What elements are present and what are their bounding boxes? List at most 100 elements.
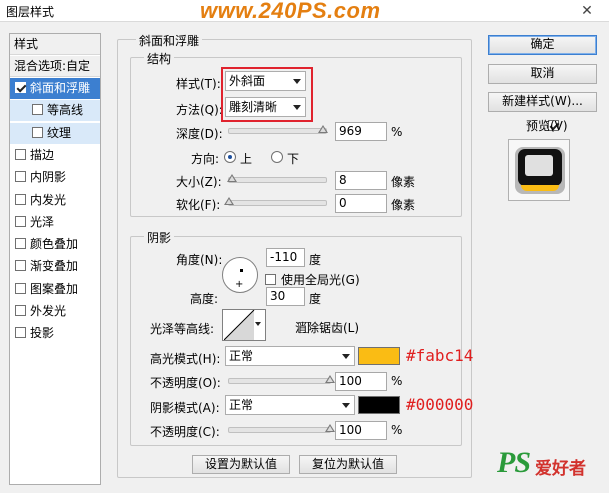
shadow-mode-label: 阴影模式(A): bbox=[150, 401, 220, 415]
style-item-4[interactable]: 内阴影 bbox=[10, 167, 100, 188]
chevron-down-icon bbox=[342, 354, 350, 359]
size-input[interactable]: 8 bbox=[335, 171, 387, 190]
style-item-checkbox[interactable] bbox=[32, 104, 43, 116]
highlight-color-swatch[interactable] bbox=[358, 347, 400, 365]
shadow-color-annotation: #000000 bbox=[406, 395, 474, 414]
style-item-checkbox[interactable] bbox=[15, 260, 26, 272]
gloss-contour-label: 光泽等高线: bbox=[150, 322, 215, 336]
technique-label: 方法(Q): bbox=[176, 103, 223, 117]
style-item-label: 图案叠加 bbox=[30, 281, 79, 296]
watermark: www.240PS.com bbox=[200, 0, 381, 23]
reset-default-button[interactable]: 复位为默认值 bbox=[299, 455, 397, 474]
soften-input[interactable]: 0 bbox=[335, 194, 387, 213]
structure-title: 结构 bbox=[144, 50, 175, 67]
highlight-opacity-slider[interactable] bbox=[228, 375, 335, 384]
direction-up-radio[interactable] bbox=[224, 151, 236, 163]
chevron-down-icon bbox=[255, 322, 261, 326]
shadow-color-swatch[interactable] bbox=[358, 396, 400, 414]
angle-dial-indicator bbox=[240, 269, 243, 272]
style-item-checkbox[interactable] bbox=[15, 305, 26, 316]
style-item-label: 投影 bbox=[30, 326, 55, 341]
shadow-opacity-slider[interactable] bbox=[228, 424, 335, 433]
logo-cn: 爱好者 bbox=[535, 459, 586, 479]
style-preview bbox=[508, 139, 570, 201]
shading-title: 阴影 bbox=[144, 229, 175, 246]
direction-label: 方向: bbox=[191, 152, 220, 166]
style-item-checkbox[interactable] bbox=[15, 238, 26, 250]
size-unit: 像素 bbox=[391, 175, 416, 189]
angle-input[interactable]: -110 bbox=[266, 248, 305, 267]
soften-slider-thumb[interactable] bbox=[224, 197, 234, 205]
style-item-0[interactable]: 斜面和浮雕 bbox=[10, 78, 100, 99]
style-item-1[interactable]: 等高线 bbox=[10, 100, 100, 122]
direction-up-label: 上 bbox=[240, 152, 253, 166]
highlight-opacity-input[interactable]: 100 bbox=[335, 372, 387, 391]
style-item-label: 渐变叠加 bbox=[30, 259, 79, 274]
style-item-label: 颜色叠加 bbox=[30, 237, 79, 252]
style-item-label: 描边 bbox=[30, 147, 55, 162]
depth-input[interactable]: 969 bbox=[335, 122, 387, 141]
make-default-button[interactable]: 设置为默认值 bbox=[192, 455, 290, 474]
style-item-label: 等高线 bbox=[47, 103, 84, 118]
style-item-checkbox[interactable] bbox=[15, 193, 26, 205]
highlight-mode-value: 正常 bbox=[229, 349, 254, 363]
style-item-10[interactable]: 外发光 bbox=[10, 301, 100, 322]
shadow-opacity-label: 不透明度(C): bbox=[150, 425, 220, 439]
highlight-mode-select[interactable]: 正常 bbox=[225, 346, 355, 366]
angle-unit: 度 bbox=[309, 253, 322, 267]
crosshair-icon: + bbox=[235, 279, 244, 290]
style-item-8[interactable]: 渐变叠加 bbox=[10, 256, 100, 277]
site-logo: PS 爱好者 bbox=[497, 446, 605, 488]
cancel-button[interactable]: 取消 bbox=[488, 64, 597, 84]
highlight-opacity-thumb[interactable] bbox=[325, 375, 335, 383]
style-item-checkbox[interactable] bbox=[15, 215, 26, 227]
window-title: 图层样式 bbox=[6, 5, 55, 19]
soften-unit: 像素 bbox=[391, 198, 416, 212]
new-style-button[interactable]: 新建样式(W)... bbox=[488, 92, 597, 112]
global-light-checkbox[interactable] bbox=[265, 274, 276, 285]
style-item-checkbox[interactable] bbox=[15, 171, 26, 183]
soften-slider[interactable] bbox=[224, 197, 327, 206]
shadow-mode-value: 正常 bbox=[229, 398, 254, 412]
style-item-label: 纹理 bbox=[47, 125, 72, 140]
style-item-checkbox[interactable] bbox=[15, 282, 26, 294]
shadow-opacity-input[interactable]: 100 bbox=[335, 421, 387, 440]
style-item-label: 光泽 bbox=[30, 214, 55, 229]
altitude-unit: 度 bbox=[309, 292, 322, 306]
shadow-opacity-thumb[interactable] bbox=[325, 424, 335, 432]
style-item-checkbox[interactable] bbox=[32, 126, 43, 138]
depth-slider[interactable] bbox=[228, 125, 329, 134]
highlight-opacity-label: 不透明度(O): bbox=[150, 376, 221, 390]
size-slider[interactable] bbox=[226, 174, 327, 183]
style-item-checkbox[interactable] bbox=[15, 327, 26, 339]
style-item-11[interactable]: 投影 bbox=[10, 323, 100, 344]
size-slider-thumb[interactable] bbox=[226, 174, 237, 182]
preview-thumbnail bbox=[515, 147, 565, 194]
style-item-5[interactable]: 内发光 bbox=[10, 190, 100, 211]
ok-button[interactable]: 确定 bbox=[488, 35, 597, 55]
bevel-emboss-title: 斜面和浮雕 bbox=[136, 32, 203, 49]
angle-dial[interactable]: + bbox=[222, 257, 258, 293]
shadow-mode-select[interactable]: 正常 bbox=[225, 395, 355, 415]
style-item-9[interactable]: 图案叠加 bbox=[10, 279, 100, 300]
styles-list: 样式 混合选项:自定 斜面和浮雕等高线纹理描边内阴影 内发光光泽颜色叠加渐变叠加图… bbox=[9, 33, 101, 485]
altitude-label: 高度: bbox=[190, 292, 219, 306]
style-item-checkbox[interactable] bbox=[15, 82, 26, 93]
highlight-mode-label: 高光模式(H): bbox=[150, 352, 221, 366]
style-item-checkbox[interactable] bbox=[15, 148, 26, 160]
styles-header[interactable]: 样式 bbox=[10, 34, 100, 55]
close-icon[interactable]: ✕ bbox=[579, 3, 595, 19]
depth-slider-thumb[interactable] bbox=[318, 125, 329, 133]
antialiased-label: 消除锯齿(L) bbox=[295, 321, 360, 335]
highlight-color-annotation: #fabc14 bbox=[406, 346, 474, 365]
style-item-7[interactable]: 颜色叠加 bbox=[10, 234, 100, 255]
blend-options-item[interactable]: 混合选项:自定 bbox=[10, 56, 100, 77]
style-item-2[interactable]: 纹理 bbox=[10, 122, 100, 144]
direction-down-radio[interactable] bbox=[271, 151, 283, 163]
style-item-6[interactable]: 光泽 bbox=[10, 212, 100, 233]
contour-curve-icon bbox=[224, 310, 255, 340]
gloss-contour-picker[interactable] bbox=[222, 309, 266, 341]
global-light-label: 使用全局光(G) bbox=[281, 273, 360, 287]
style-item-3[interactable]: 描边 bbox=[10, 145, 100, 166]
altitude-input[interactable]: 30 bbox=[266, 287, 305, 306]
